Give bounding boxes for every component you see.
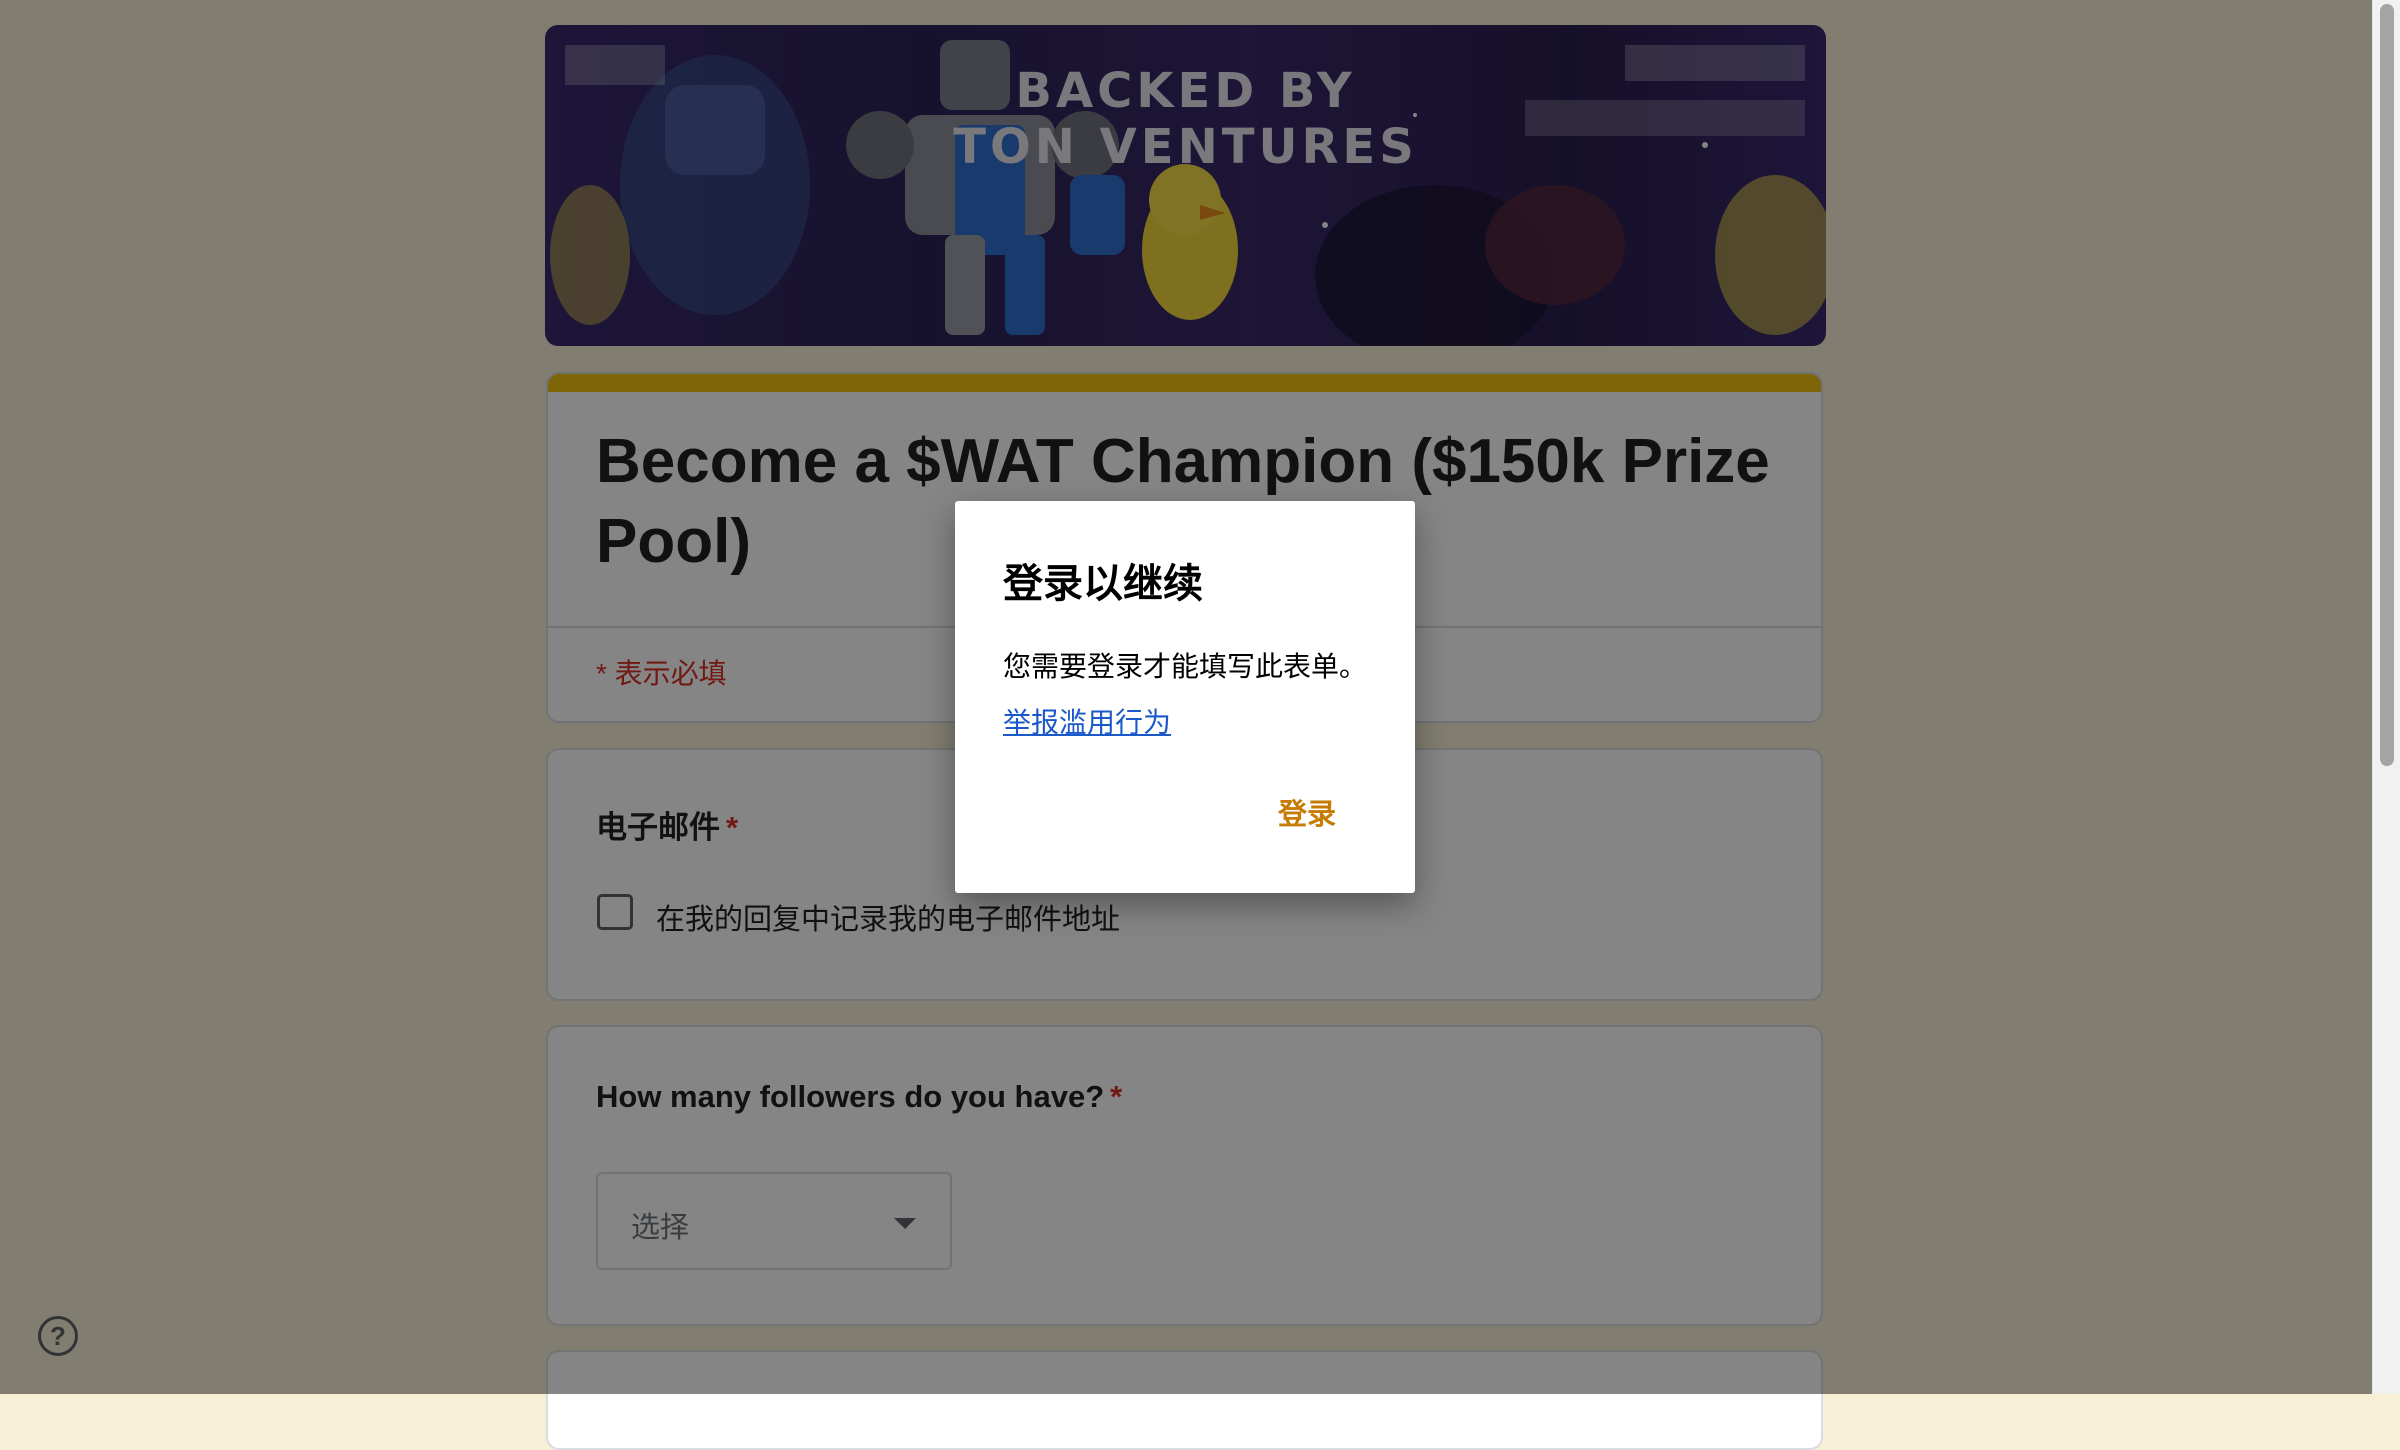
dialog-message: 您需要登录才能填写此表单。 — [1003, 651, 1368, 682]
sign-in-dialog: 登录以继续 您需要登录才能填写此表单。 举报滥用行为 登录 — [955, 501, 1415, 893]
report-abuse-link[interactable]: 举报滥用行为 — [1003, 701, 1171, 741]
google-form-page: BACKED BY TON VENTURES Become a $WAT Cha… — [0, 0, 2372, 1450]
scrollbar-thumb[interactable] — [2380, 4, 2394, 766]
vertical-scrollbar[interactable] — [2372, 0, 2400, 1394]
dialog-title: 登录以继续 — [1003, 562, 1203, 606]
sign-in-button[interactable]: 登录 — [1261, 789, 1353, 841]
